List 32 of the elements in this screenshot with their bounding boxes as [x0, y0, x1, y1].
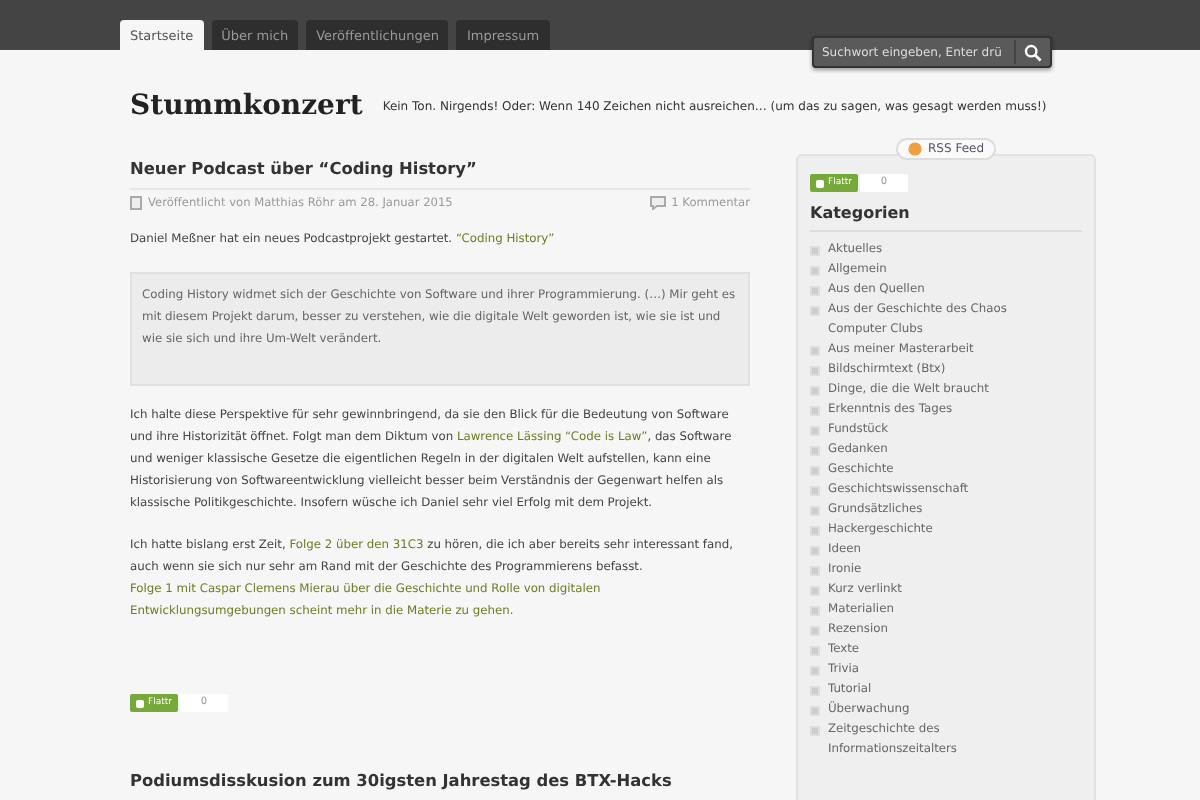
bullet-icon — [810, 246, 820, 256]
bullet-icon — [810, 646, 820, 656]
sidebar-heading: Kategorien — [810, 204, 1082, 232]
rss-icon — [908, 142, 922, 156]
bullet-icon — [810, 526, 820, 536]
bullet-icon — [810, 386, 820, 396]
post-title[interactable]: Podiumsdisskusion zum 30igsten Jahrestag des BTX-Hacks — [130, 762, 750, 790]
bullet-icon — [810, 306, 820, 316]
bullet-icon — [810, 726, 820, 736]
bullet-icon — [810, 546, 820, 556]
bullet-icon — [810, 706, 820, 716]
bullet-icon — [810, 506, 820, 516]
bullet-icon — [810, 566, 820, 576]
bullet-icon — [810, 406, 820, 416]
bullet-icon — [810, 466, 820, 476]
bullet-icon — [810, 426, 820, 436]
document-icon — [130, 196, 142, 210]
bullet-icon — [810, 446, 820, 456]
bullet-icon — [810, 666, 820, 676]
bullet-icon — [810, 486, 820, 496]
bullet-icon — [810, 346, 820, 356]
bullet-icon — [810, 626, 820, 636]
comment-icon — [649, 196, 666, 210]
bullet-icon — [810, 606, 820, 616]
search-icon[interactable] — [1024, 43, 1042, 61]
site-title[interactable]: Stummkonzert — [130, 90, 363, 122]
bullet-icon — [810, 686, 820, 696]
bullet-icon — [810, 366, 820, 376]
bullet-icon — [810, 266, 820, 276]
bullet-icon — [810, 586, 820, 596]
bullet-icon — [810, 286, 820, 296]
post-title[interactable]: Neuer Podcast über “Coding History” — [130, 150, 750, 178]
